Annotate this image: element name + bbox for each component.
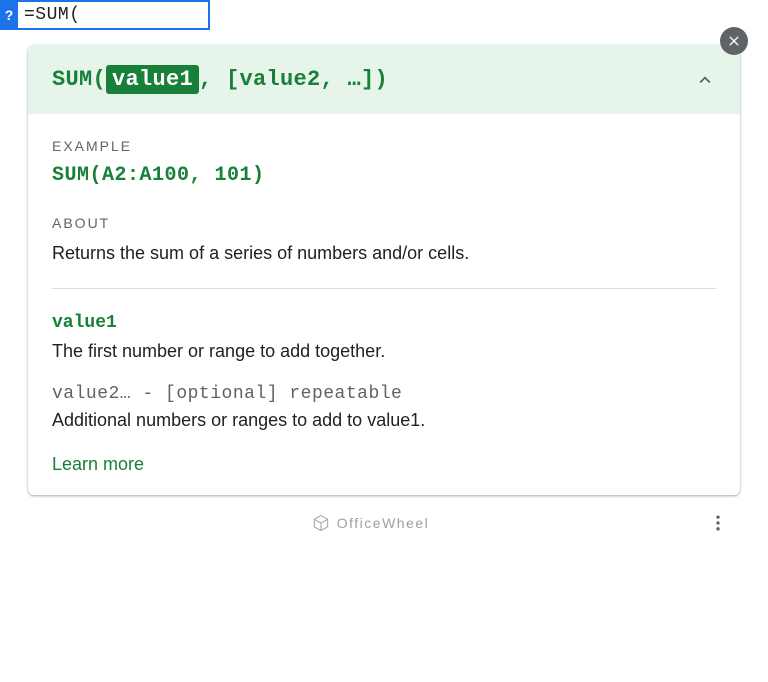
param2-description: Additional numbers or ranges to add to v… [52, 408, 716, 433]
example-label: EXAMPLE [52, 138, 716, 154]
tooltip-header: SUM(value1, [value2, …]) [28, 45, 740, 114]
function-signature: SUM(value1, [value2, …]) [52, 67, 388, 92]
more-vertical-icon [708, 513, 728, 533]
signature-active-param: value1 [106, 65, 199, 94]
chevron-up-icon [694, 69, 716, 91]
formula-tooltip: SUM(value1, [value2, …]) EXAMPLE SUM(A2:… [28, 45, 740, 495]
param1-description: The first number or range to add togethe… [52, 339, 716, 364]
example-code: SUM(A2:A100, 101) [52, 164, 716, 187]
signature-open: SUM( [52, 67, 106, 92]
collapse-button[interactable] [694, 69, 716, 91]
formula-bar: ? [0, 0, 768, 30]
watermark-text: OfficeWheel [337, 515, 430, 531]
formula-input[interactable] [0, 0, 210, 30]
overflow-menu-button[interactable] [704, 509, 732, 537]
watermark: OfficeWheel [36, 513, 704, 533]
param1-name: value1 [52, 313, 716, 333]
close-icon [726, 33, 742, 49]
signature-rest: , [value2, …]) [199, 67, 388, 92]
cube-icon [311, 513, 331, 533]
formula-help-icon[interactable]: ? [0, 0, 18, 30]
footer-bar: OfficeWheel [28, 505, 740, 541]
close-button[interactable] [720, 27, 748, 55]
about-label: ABOUT [52, 215, 716, 231]
param2-name: value2… - [optional] repeatable [52, 384, 716, 404]
learn-more-link[interactable]: Learn more [52, 454, 716, 475]
tooltip-body: EXAMPLE SUM(A2:A100, 101) ABOUT Returns … [28, 114, 740, 495]
about-text: Returns the sum of a series of numbers a… [52, 241, 716, 266]
divider [52, 288, 716, 289]
